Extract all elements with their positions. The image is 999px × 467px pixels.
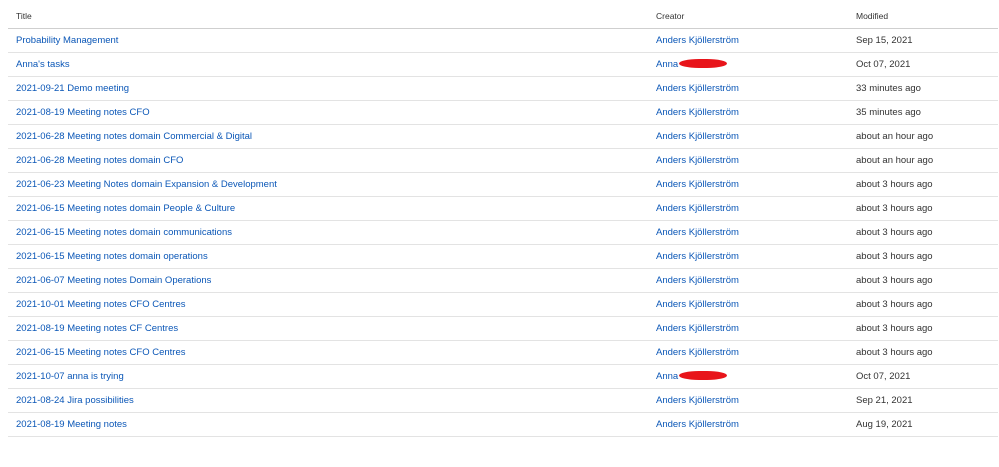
page-title-link[interactable]: 2021-06-15 Meeting notes domain People &…: [16, 197, 235, 221]
table-row: 2021-06-23 Meeting Notes domain Expansio…: [8, 173, 998, 197]
modified-cell: 33 minutes ago: [856, 83, 921, 94]
modified-cell: about an hour ago: [856, 131, 934, 142]
page-title-link[interactable]: 2021-06-15 Meeting notes domain communic…: [16, 221, 232, 245]
page-title-link[interactable]: 2021-08-19 Meeting notes: [16, 413, 127, 437]
table-row: Probability Management Anders Kjöllerströ…: [8, 29, 998, 53]
creator-cell: Anders Kjöllerström: [656, 317, 739, 341]
creator-link[interactable]: Anders Kjöllerström: [656, 275, 739, 286]
modified-cell: about 3 hours ago: [856, 227, 933, 238]
creator-cell: Anders Kjöllerström: [656, 245, 739, 269]
modified-cell: about 3 hours ago: [856, 275, 933, 286]
creator-cell: Anders Kjöllerström: [656, 293, 739, 317]
creator-link[interactable]: Anders Kjöllerström: [656, 155, 739, 166]
modified-cell: 35 minutes ago: [856, 107, 921, 118]
table-row: 2021-08-19 Meeting notes Anders Kjöllerst…: [8, 413, 998, 437]
creator-link[interactable]: Anders Kjöllerström: [656, 107, 739, 118]
modified-cell: Sep 21, 2021: [856, 395, 913, 406]
modified-cell: about 3 hours ago: [856, 347, 933, 358]
column-header-creator[interactable]: Creator: [656, 0, 684, 32]
creator-link[interactable]: Anders Kjöllerström: [656, 203, 739, 214]
creator-cell: Anders Kjöllerström: [656, 101, 739, 125]
page-title-link[interactable]: Probability Management: [16, 29, 118, 53]
table-row: 2021-06-15 Meeting notes domain People &…: [8, 197, 998, 221]
column-header-title[interactable]: Title: [16, 0, 32, 32]
creator-cell: Anders Kjöllerström: [656, 149, 739, 173]
creator-cell: Anders Kjöllerström: [656, 173, 739, 197]
table-row: 2021-08-24 Jira possibilities Anders Kjöl…: [8, 389, 998, 413]
table-row: 2021-06-15 Meeting notes domain communic…: [8, 221, 998, 245]
table-row: 2021-06-15 Meeting notes CFO Centres Ande…: [8, 341, 998, 365]
page-title-link[interactable]: 2021-08-19 Meeting notes CF Centres: [16, 317, 178, 341]
creator-cell: Anders Kjöllerström: [656, 221, 739, 245]
page-title-link[interactable]: 2021-06-28 Meeting notes domain CFO: [16, 149, 183, 173]
page-title-link[interactable]: 2021-06-28 Meeting notes domain Commerci…: [16, 125, 252, 149]
table-row: 2021-10-01 Meeting notes CFO Centres Ande…: [8, 293, 998, 317]
page-title-link[interactable]: 2021-08-19 Meeting notes CFO: [16, 101, 150, 125]
creator-link[interactable]: Anders Kjöllerström: [656, 131, 739, 142]
page-title-link[interactable]: 2021-10-07 anna is trying: [16, 365, 124, 389]
page-title-link[interactable]: 2021-06-07 Meeting notes Domain Operatio…: [16, 269, 211, 293]
table-row: 2021-06-07 Meeting notes Domain Operatio…: [8, 269, 998, 293]
table-row: 2021-09-21 Demo meeting Anders Kjöllerstr…: [8, 77, 998, 101]
redaction-mark: [679, 58, 728, 68]
creator-cell: Anders Kjöllerström: [656, 197, 739, 221]
table-row: 2021-10-07 anna is trying Anna Oct 07, 202…: [8, 365, 998, 389]
creator-link[interactable]: Anders Kjöllerström: [656, 299, 739, 310]
modified-cell: Oct 07, 2021: [856, 59, 911, 70]
modified-cell: about 3 hours ago: [856, 203, 933, 214]
table-row: 2021-08-19 Meeting notes CF Centres Ander…: [8, 317, 998, 341]
creator-cell: Anna: [656, 53, 728, 77]
page-title-link[interactable]: 2021-08-24 Jira possibilities: [16, 389, 134, 413]
table-row: 2021-08-19 Meeting notes CFO Anders Kjöll…: [8, 101, 998, 125]
creator-link[interactable]: Anders Kjöllerström: [656, 347, 739, 358]
modified-cell: about 3 hours ago: [856, 299, 933, 310]
page-title-link[interactable]: 2021-06-23 Meeting Notes domain Expansio…: [16, 173, 277, 197]
creator-cell: Anders Kjöllerström: [656, 269, 739, 293]
creator-cell: Anna: [656, 365, 728, 389]
page-title-link[interactable]: 2021-06-15 Meeting notes CFO Centres: [16, 341, 186, 365]
creator-link[interactable]: Anna: [656, 371, 678, 382]
table-header: Title Creator Modified: [8, 0, 998, 29]
creator-link[interactable]: Anders Kjöllerström: [656, 395, 739, 406]
modified-cell: Sep 15, 2021: [856, 35, 913, 46]
creator-link[interactable]: Anders Kjöllerström: [656, 419, 739, 430]
modified-cell: about 3 hours ago: [856, 179, 933, 190]
modified-cell: Aug 19, 2021: [856, 419, 913, 430]
table-row: Anna's tasks Anna Oct 07, 2021: [8, 53, 998, 77]
creator-link[interactable]: Anna: [656, 59, 678, 70]
creator-cell: Anders Kjöllerström: [656, 29, 739, 53]
table-row: 2021-06-15 Meeting notes domain operatio…: [8, 245, 998, 269]
creator-cell: Anders Kjöllerström: [656, 413, 739, 437]
table-row: 2021-06-28 Meeting notes domain CFO Ander…: [8, 149, 998, 173]
modified-cell: about 3 hours ago: [856, 251, 933, 262]
creator-link[interactable]: Anders Kjöllerström: [656, 35, 739, 46]
creator-cell: Anders Kjöllerström: [656, 125, 739, 149]
page-title-link[interactable]: 2021-06-15 Meeting notes domain operatio…: [16, 245, 208, 269]
table-row: 2021-06-28 Meeting notes domain Commerci…: [8, 125, 998, 149]
creator-link[interactable]: Anders Kjöllerström: [656, 323, 739, 334]
creator-cell: Anders Kjöllerström: [656, 389, 739, 413]
creator-link[interactable]: Anders Kjöllerström: [656, 179, 739, 190]
creator-link[interactable]: Anders Kjöllerström: [656, 83, 739, 94]
modified-cell: Oct 07, 2021: [856, 371, 911, 382]
page-title-link[interactable]: 2021-10-01 Meeting notes CFO Centres: [16, 293, 186, 317]
creator-link[interactable]: Anders Kjöllerström: [656, 251, 739, 262]
page-title-link[interactable]: Anna's tasks: [16, 53, 70, 77]
page-title-link[interactable]: 2021-09-21 Demo meeting: [16, 77, 129, 101]
column-header-modified[interactable]: Modified: [856, 0, 888, 32]
creator-link[interactable]: Anders Kjöllerström: [656, 227, 739, 238]
redaction-mark: [679, 370, 728, 380]
creator-cell: Anders Kjöllerström: [656, 77, 739, 101]
modified-cell: about 3 hours ago: [856, 323, 933, 334]
creator-cell: Anders Kjöllerström: [656, 341, 739, 365]
content-table: Title Creator Modified Probability Manag…: [8, 0, 998, 437]
table-body: Probability Management Anders Kjöllerströ…: [8, 29, 998, 437]
modified-cell: about an hour ago: [856, 155, 934, 166]
